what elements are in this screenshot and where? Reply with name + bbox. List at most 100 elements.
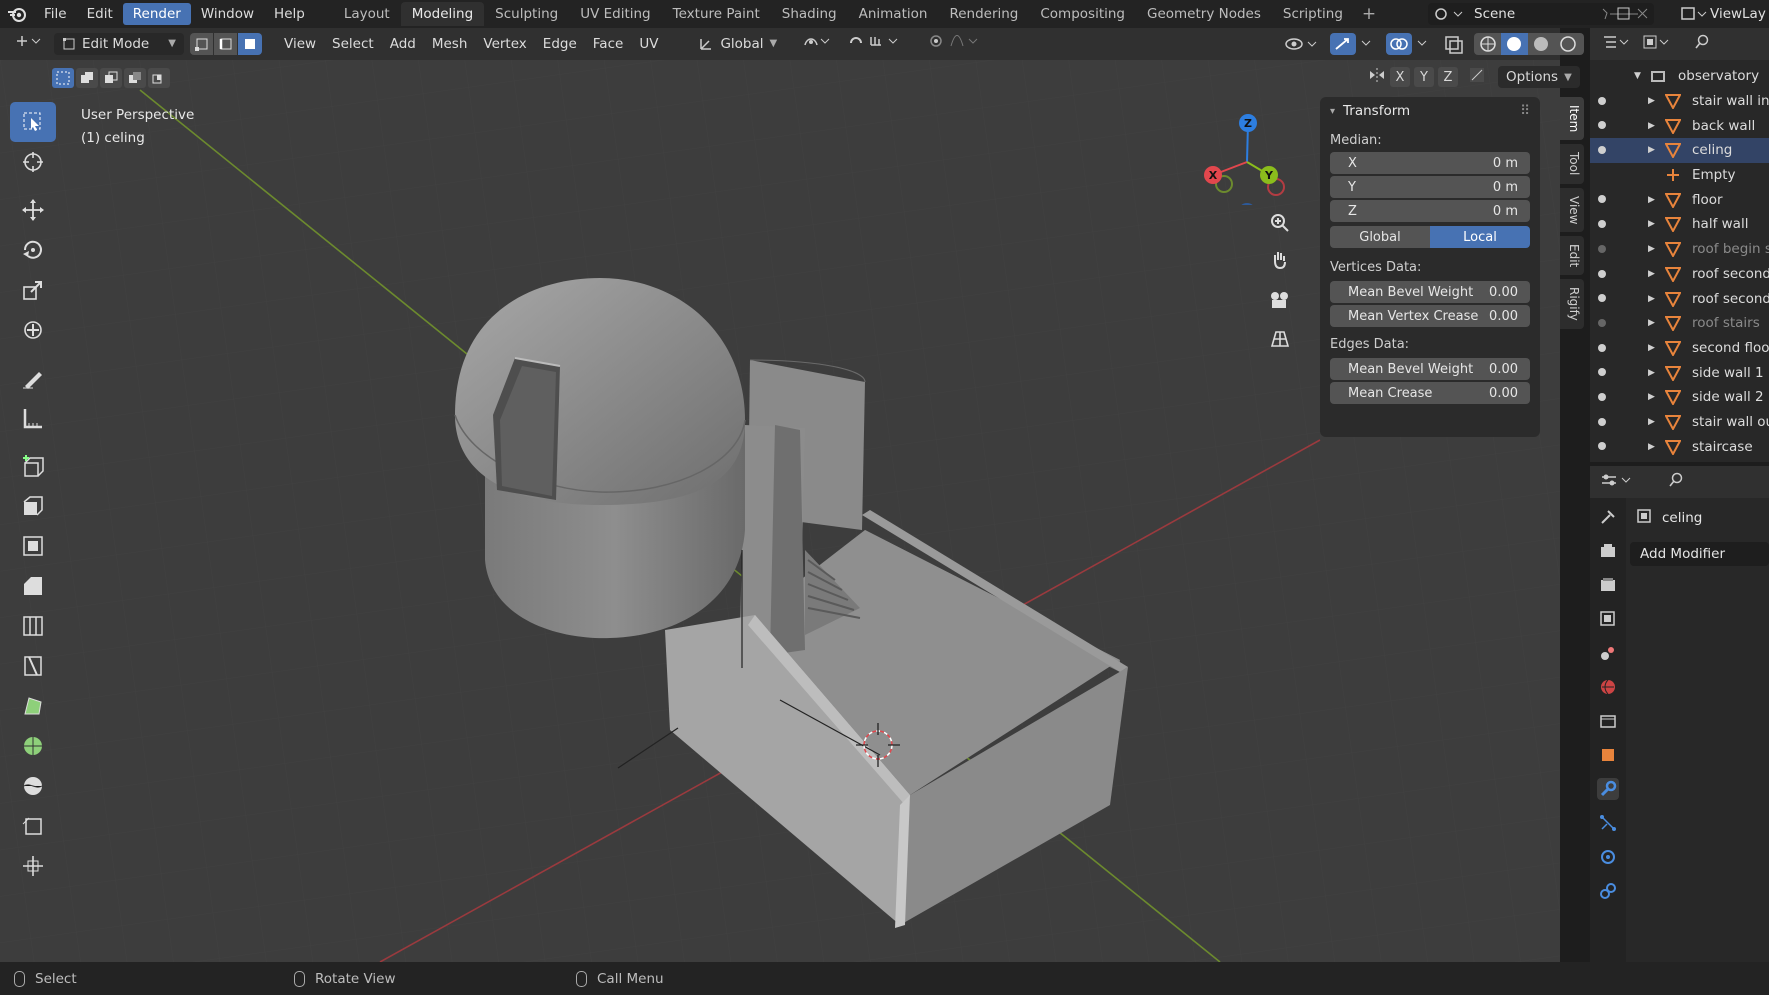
menu-window[interactable]: Window	[191, 3, 264, 25]
visibility-dot-icon[interactable]	[1598, 343, 1606, 352]
visibility-dot-icon[interactable]	[1598, 195, 1606, 204]
outliner-row[interactable]: ▶ roof stairs	[1590, 311, 1769, 336]
transform-panel-header[interactable]: ▾ Transform ⠿	[1320, 97, 1540, 125]
camera-view-icon[interactable]	[1264, 284, 1296, 316]
display-mode-icon[interactable]	[1642, 34, 1672, 54]
snap-icon[interactable]	[841, 33, 921, 55]
measure-tool-icon[interactable]	[10, 398, 56, 438]
select-invert-icon[interactable]	[124, 68, 146, 88]
scale-tool-icon[interactable]	[10, 270, 56, 310]
visibility-dot-icon[interactable]	[1598, 269, 1606, 278]
outliner-row[interactable]: ▶ celing	[1590, 138, 1769, 163]
smooth-tool-icon[interactable]	[10, 766, 56, 806]
vertex-crease-field[interactable]: Mean Vertex Crease 0.00	[1330, 305, 1530, 327]
add-modifier-button[interactable]: Add Modifier	[1630, 542, 1769, 566]
spin-tool-icon[interactable]	[10, 726, 56, 766]
tab-rendering[interactable]: Rendering	[938, 2, 1029, 26]
visibility-dot-icon[interactable]	[1598, 96, 1606, 105]
outliner-row[interactable]: ▶ side wall 2	[1590, 385, 1769, 410]
bevel-tool-icon[interactable]	[10, 566, 56, 606]
visibility-dot-icon[interactable]	[1598, 417, 1606, 426]
outliner-row[interactable]: ▶ second floor	[1590, 336, 1769, 361]
outliner-row[interactable]: ▶ side wall 1	[1590, 360, 1769, 385]
outliner-row[interactable]: ▶ half wall	[1590, 212, 1769, 237]
visibility-dot-icon[interactable]	[1598, 442, 1606, 451]
expand-arrow-icon[interactable]: ▶	[1648, 195, 1655, 205]
face-select-icon[interactable]	[238, 33, 262, 55]
shrink-fatten-tool-icon[interactable]	[10, 846, 56, 886]
tab-uv-editing[interactable]: UV Editing	[569, 2, 661, 26]
outliner-row[interactable]: ▶ roof begin s	[1590, 237, 1769, 262]
ortho-toggle-icon[interactable]	[1264, 322, 1296, 354]
tab-shading[interactable]: Shading	[771, 2, 848, 26]
proportional-edit-icon[interactable]	[921, 33, 989, 55]
select-extend-icon[interactable]	[76, 68, 98, 88]
object-name-row[interactable]: celing	[1630, 506, 1769, 530]
menu-edit[interactable]: Edit	[77, 3, 123, 25]
scene-actions-icon[interactable]	[1598, 6, 1654, 22]
properties-editor-type-icon[interactable]	[1600, 472, 1636, 492]
expand-arrow-icon[interactable]: ▶	[1648, 442, 1655, 452]
median-y-field[interactable]: Y 0 m	[1330, 176, 1530, 198]
scene-selector[interactable]: Scene	[1428, 3, 1654, 25]
outliner-row[interactable]: ▶ stair wall ou	[1590, 410, 1769, 435]
expand-arrow-icon[interactable]: ▶	[1648, 219, 1655, 229]
world-props-icon[interactable]	[1597, 676, 1619, 698]
output-props-icon[interactable]	[1597, 574, 1619, 596]
select-new-icon[interactable]	[52, 68, 74, 88]
expand-arrow-icon[interactable]: ▶	[1648, 417, 1655, 427]
outliner-row[interactable]: ▶ floor	[1590, 187, 1769, 212]
menu-view[interactable]: View	[276, 33, 324, 55]
menu-file[interactable]: File	[34, 3, 77, 25]
menu-face[interactable]: Face	[585, 33, 632, 55]
overlay-toggle-icon[interactable]	[1386, 33, 1434, 59]
visibility-selectability-icon[interactable]	[1284, 34, 1322, 58]
particles-props-icon[interactable]	[1597, 812, 1619, 834]
scene-props-icon[interactable]	[1597, 642, 1619, 664]
expand-arrow-icon[interactable]: ▶	[1648, 343, 1655, 353]
expand-arrow-icon[interactable]: ▶	[1648, 294, 1655, 304]
tab-modeling[interactable]: Modeling	[400, 2, 485, 26]
expand-arrow-icon[interactable]: ▶	[1648, 121, 1655, 131]
add-workspace-icon[interactable]: +	[1354, 4, 1384, 24]
tab-scripting[interactable]: Scripting	[1272, 2, 1354, 26]
edge-slide-tool-icon[interactable]	[10, 806, 56, 846]
zoom-icon[interactable]	[1264, 207, 1296, 239]
cursor-tool-icon[interactable]	[10, 142, 56, 182]
outliner-row[interactable]: ▶ back wall	[1590, 113, 1769, 138]
median-x-field[interactable]: X 0 m	[1330, 152, 1530, 174]
outliner-row[interactable]: ▶ stair wall in	[1590, 89, 1769, 114]
visibility-dot-icon[interactable]	[1598, 294, 1606, 303]
menu-add[interactable]: Add	[382, 33, 424, 55]
expand-arrow-icon[interactable]: ▶	[1648, 269, 1655, 279]
visibility-dot-icon[interactable]	[1598, 368, 1606, 377]
collapse-icon[interactable]: ▼	[1634, 71, 1641, 81]
properties-search-icon[interactable]	[1668, 472, 1684, 492]
select-subtract-icon[interactable]	[100, 68, 122, 88]
tab-item[interactable]: Item	[1560, 97, 1584, 141]
expand-arrow-icon[interactable]: ▶	[1648, 368, 1655, 378]
view-layer-props-icon[interactable]	[1597, 608, 1619, 630]
mirror-z-toggle[interactable]: Z	[1438, 67, 1458, 87]
editor-type-icon[interactable]	[0, 33, 50, 55]
tab-compositing[interactable]: Compositing	[1029, 2, 1136, 26]
object-props-icon[interactable]	[1597, 744, 1619, 766]
edge-crease-field[interactable]: Mean Crease 0.00	[1330, 382, 1530, 404]
constraints-props-icon[interactable]	[1597, 880, 1619, 902]
blender-logo-icon[interactable]	[0, 0, 34, 28]
tab-geometry-nodes[interactable]: Geometry Nodes	[1136, 2, 1272, 26]
tool-props-icon[interactable]	[1597, 506, 1619, 528]
visibility-dot-icon[interactable]	[1598, 121, 1606, 130]
transform-orientation-dropdown[interactable]: Global ▼	[690, 33, 785, 55]
mirror-x-toggle[interactable]: X	[1390, 67, 1410, 87]
menu-edge[interactable]: Edge	[535, 33, 585, 55]
outliner-editor-type-icon[interactable]	[1602, 34, 1632, 54]
xray-toggle-icon[interactable]	[1442, 33, 1466, 59]
outliner-row[interactable]: Empty	[1590, 163, 1769, 188]
collection-props-icon[interactable]	[1597, 710, 1619, 732]
move-tool-icon[interactable]	[10, 190, 56, 230]
expand-arrow-icon[interactable]: ▶	[1648, 318, 1655, 328]
median-z-field[interactable]: Z 0 m	[1330, 200, 1530, 222]
tab-animation[interactable]: Animation	[848, 2, 939, 26]
menu-help[interactable]: Help	[264, 3, 315, 25]
